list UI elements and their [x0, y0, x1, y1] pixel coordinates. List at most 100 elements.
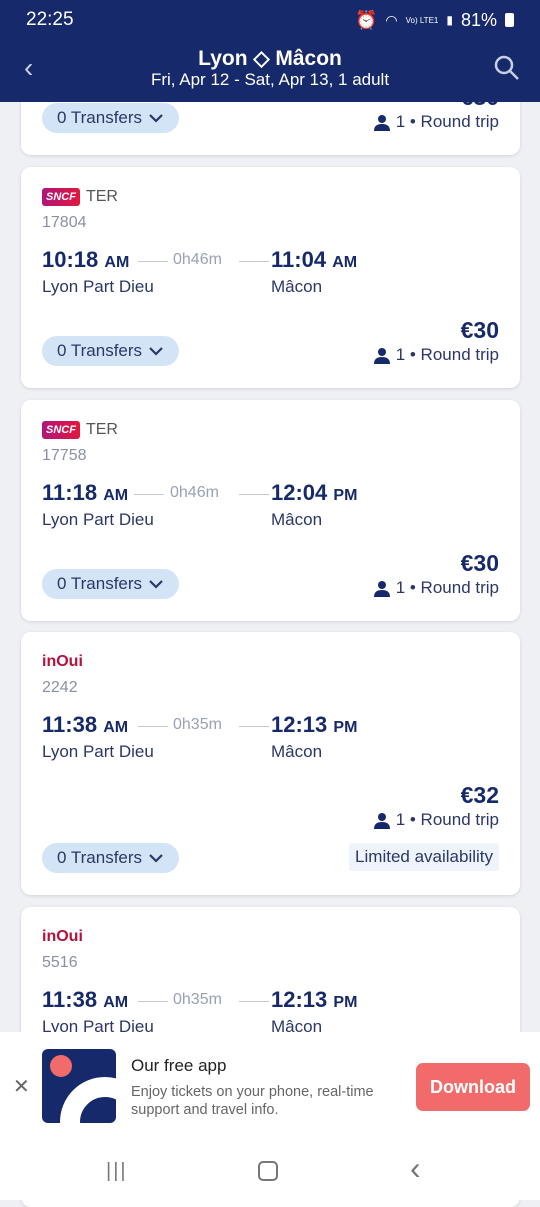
arr-ampm: PM: [333, 719, 358, 736]
banner-title: Our free app: [131, 1056, 227, 1075]
train-number: 17804: [42, 214, 87, 231]
battery-level: 81%: [460, 9, 497, 30]
sncf-logo: SNCF: [42, 188, 80, 206]
train-number: 2242: [42, 679, 78, 696]
departure-station: Lyon Part Dieu: [42, 510, 154, 529]
transfers-toggle[interactable]: 0 Transfers: [42, 336, 180, 366]
chevron-down-icon: [149, 580, 163, 589]
operator-logo: SNCF TER: [42, 188, 118, 206]
passenger-info: 1 • Round trip: [373, 112, 499, 132]
close-icon[interactable]: ✕: [13, 1074, 30, 1099]
duration: 0h35m: [173, 716, 222, 733]
home-button[interactable]: [258, 1161, 278, 1181]
passenger-info: 1 • Round trip: [373, 578, 499, 598]
operator-logo: SNCF TER: [42, 421, 118, 439]
person-icon: [373, 114, 390, 131]
app-promo-banner: ✕ Our free app Enjoy tickets on your pho…: [0, 1032, 540, 1132]
transfers-toggle[interactable]: 0 Transfers: [42, 843, 180, 873]
arrival-station: Mâcon: [271, 742, 323, 761]
download-button[interactable]: Download: [416, 1063, 530, 1111]
arrival-time: 12:13 PM: [271, 712, 357, 738]
arr-time: 12:04: [271, 480, 328, 505]
person-icon: [373, 580, 390, 597]
wifi-icon: ◠: [385, 11, 398, 28]
result-card[interactable]: SNCF TER 17804 10:18 AM 0h46m 11:04 AM Lyo…: [21, 167, 520, 388]
operator-logo: inOui: [42, 928, 83, 946]
dep-time: 11:38: [42, 987, 98, 1012]
search-icon[interactable]: [494, 55, 520, 86]
passenger-text: 1 • Round trip: [395, 345, 499, 364]
chevron-down-icon: [149, 854, 163, 863]
schedule: 11:18 AM 0h46m 12:04 PM: [42, 480, 382, 510]
price: €32: [460, 782, 499, 808]
arrival-time: 12:04 PM: [271, 480, 357, 506]
operator-logo: inOui: [42, 653, 83, 671]
schedule: 11:38 AM 0h35m 12:13 PM: [42, 987, 382, 1017]
departure-station: Lyon Part Dieu: [42, 742, 154, 761]
system-nav-bar: ||| ‹: [0, 1132, 540, 1200]
arr-time: 11:04: [271, 247, 327, 272]
passenger-text: 1 • Round trip: [395, 112, 499, 131]
arr-time: 12:13: [271, 987, 328, 1012]
dep-ampm: AM: [103, 994, 129, 1011]
banner-text: Enjoy tickets on your phone, real-time s…: [131, 1084, 374, 1118]
battery-icon: [505, 13, 514, 27]
arr-ampm: PM: [333, 994, 358, 1011]
transfers-label: 0 Transfers: [57, 848, 143, 867]
departure-time: 11:38 AM: [42, 987, 128, 1013]
passenger-text: 1 • Round trip: [395, 578, 499, 597]
dep-ampm: AM: [103, 719, 129, 736]
dep-time: 10:18: [42, 247, 99, 272]
train-number: 5516: [42, 954, 78, 971]
operator-name: TER: [85, 421, 118, 438]
app-logo: [42, 1049, 116, 1123]
departure-station: Lyon Part Dieu: [42, 277, 154, 296]
arr-time: 12:13: [271, 712, 328, 737]
transfers-toggle[interactable]: 0 Transfers: [42, 103, 180, 133]
transfers-label: 0 Transfers: [57, 341, 143, 360]
price: €30: [460, 550, 499, 576]
status-bar: 22:25 ⏰ ◠ Vo) LTE1 ▮ 81%: [26, 9, 514, 31]
arrival-time: 12:13 PM: [271, 987, 357, 1013]
arr-ampm: AM: [332, 254, 358, 271]
dep-time: 11:18: [42, 480, 98, 505]
result-card[interactable]: SNCF TER 17758 11:18 AM 0h46m 12:04 PM Lyo…: [21, 400, 520, 621]
chevron-down-icon: [149, 347, 163, 356]
person-icon: [373, 347, 390, 364]
clock: 22:25: [26, 9, 74, 30]
recents-button[interactable]: |||: [106, 1160, 128, 1183]
arr-ampm: PM: [333, 487, 358, 504]
passenger-info: 1 • Round trip: [373, 345, 499, 365]
result-card[interactable]: inOui 2242 11:38 AM 0h35m 12:13 PM Lyon P…: [21, 632, 520, 895]
person-icon: [373, 812, 390, 829]
duration: 0h46m: [173, 251, 222, 268]
transfers-label: 0 Transfers: [57, 574, 143, 593]
train-number: 17758: [42, 447, 87, 464]
transfers-toggle[interactable]: 0 Transfers: [42, 569, 180, 599]
departure-time: 11:38 AM: [42, 712, 128, 738]
operator-name: TER: [85, 188, 118, 205]
departure-time: 10:18 AM: [42, 247, 129, 273]
dep-ampm: AM: [104, 254, 130, 271]
inoui-logo: inOui: [42, 653, 83, 670]
app-header: 22:25 ⏰ ◠ Vo) LTE1 ▮ 81% ‹ Lyon ◇ Mâcon Fri,…: [0, 0, 540, 102]
passenger-text: 1 • Round trip: [395, 810, 499, 829]
chevron-down-icon: [149, 114, 163, 123]
schedule: 10:18 AM 0h46m 11:04 AM: [42, 247, 382, 277]
price: €30: [460, 317, 499, 343]
inoui-logo: inOui: [42, 928, 83, 945]
availability-badge: Limited availability: [349, 843, 499, 871]
alarm-icon: ⏰: [354, 9, 378, 30]
arrival-station: Mâcon: [271, 277, 323, 296]
network-label: Vo) LTE1: [405, 15, 439, 25]
dep-ampm: AM: [103, 487, 129, 504]
duration: 0h35m: [173, 991, 222, 1008]
departure-time: 11:18 AM: [42, 480, 128, 506]
sncf-logo: SNCF: [42, 421, 80, 439]
passenger-info: 1 • Round trip: [373, 810, 499, 830]
signal-icon: ▮: [446, 13, 453, 27]
back-nav-button[interactable]: ‹: [410, 1150, 421, 1187]
transfers-label: 0 Transfers: [57, 108, 143, 127]
arrival-time: 11:04 AM: [271, 247, 357, 273]
schedule: 11:38 AM 0h35m 12:13 PM: [42, 712, 382, 742]
